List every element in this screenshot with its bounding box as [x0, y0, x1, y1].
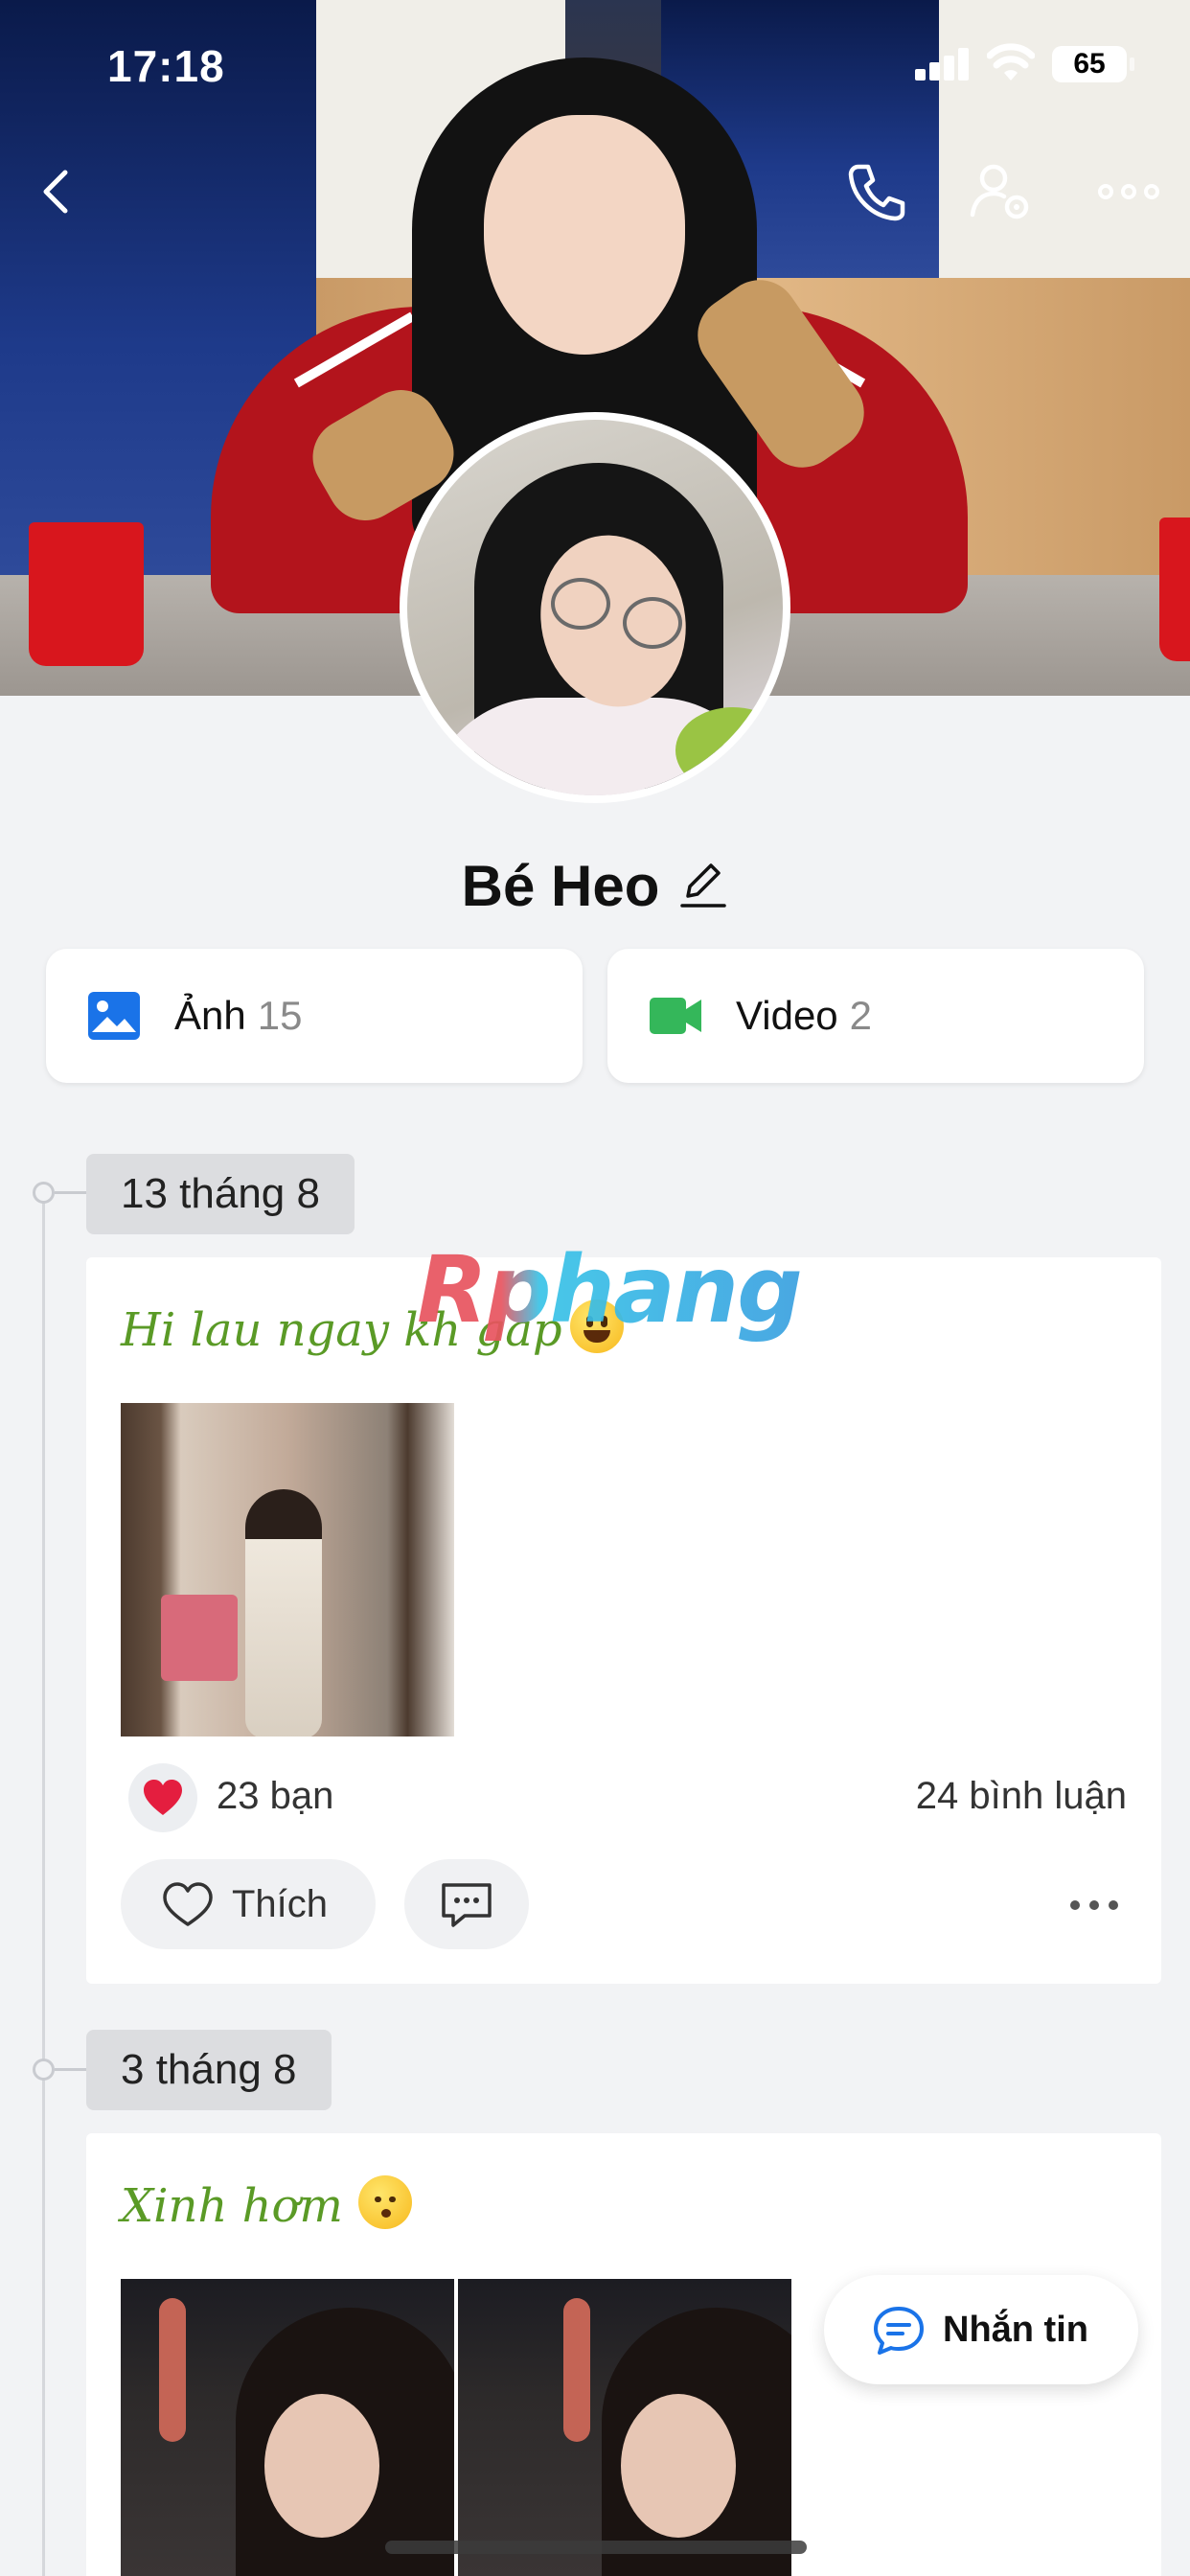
date-chip: 13 tháng 8: [86, 1154, 355, 1234]
edit-icon: [680, 863, 727, 908]
reaction-summary[interactable]: 23 bạn 24 bình luận: [128, 1763, 1127, 1834]
chat-icon: [874, 2307, 924, 2355]
status-bar: 17:18 65: [0, 0, 1190, 134]
videos-count: 2: [849, 993, 873, 1038]
cover-person-face: [484, 115, 685, 355]
comment-icon: [442, 1883, 492, 1927]
comment-button[interactable]: [404, 1859, 529, 1949]
photos-card[interactable]: Ảnh 15: [46, 949, 583, 1083]
avatar-image: [407, 420, 783, 795]
cover-cup: [1159, 518, 1190, 661]
timeline-dot: [33, 2058, 55, 2081]
back-icon: [43, 170, 68, 214]
post-card: Hi lau ngay kh gap 23 bạn 24 bình luận T…: [86, 1257, 1161, 1984]
photos-count: 15: [257, 993, 303, 1038]
battery-indicator: 65: [1052, 46, 1134, 82]
watermark-logo: Rphang: [417, 1236, 803, 1344]
profile-name-row: Bé Heo: [0, 853, 1190, 919]
post-photo[interactable]: [121, 1403, 454, 1736]
post-caption: Xinh hơm: [121, 2175, 412, 2233]
heart-icon: [163, 1882, 213, 1926]
videos-label: Video: [736, 993, 838, 1038]
video-icon: [650, 998, 701, 1034]
more-options-button[interactable]: [1090, 153, 1167, 230]
photos-label: Ảnh: [174, 993, 246, 1038]
timeline-tick: [55, 2068, 87, 2071]
post-more-icon[interactable]: [1069, 1899, 1119, 1911]
timeline-line: [42, 1193, 45, 2576]
status-time: 17:18: [107, 41, 225, 91]
kissing-emoji-icon: [357, 2175, 412, 2229]
profile-avatar[interactable]: [400, 412, 790, 803]
phone-icon: [848, 164, 905, 221]
message-label: Nhắn tin: [943, 2309, 1088, 2350]
profile-name: Bé Heo: [461, 854, 660, 918]
home-indicator[interactable]: [385, 2541, 807, 2554]
message-button[interactable]: Nhắn tin: [824, 2275, 1138, 2384]
post-photo[interactable]: [458, 2279, 791, 2576]
wifi-icon: [986, 42, 1036, 82]
more-icon: [1098, 184, 1159, 199]
profile-settings-button[interactable]: [963, 153, 1040, 230]
edit-name-button[interactable]: [676, 857, 728, 908]
reactions-count: 23 bạn: [217, 1775, 334, 1817]
comments-count[interactable]: 24 bình luận: [916, 1775, 1127, 1818]
signal-icon: [915, 48, 971, 80]
like-button[interactable]: Thích: [121, 1859, 376, 1949]
timeline-tick: [55, 1191, 87, 1194]
date-chip: 3 tháng 8: [86, 2030, 332, 2110]
heart-reaction-icon: [128, 1763, 197, 1832]
user-settings-icon: [970, 164, 1029, 219]
image-icon: [88, 992, 140, 1040]
back-button[interactable]: [19, 153, 96, 230]
timeline-dot: [33, 1182, 55, 1204]
call-button[interactable]: [837, 153, 914, 230]
like-label: Thích: [232, 1882, 329, 1925]
videos-card[interactable]: Video 2: [607, 949, 1144, 1083]
post-photo[interactable]: [121, 2279, 454, 2576]
cover-cup: [29, 522, 144, 666]
